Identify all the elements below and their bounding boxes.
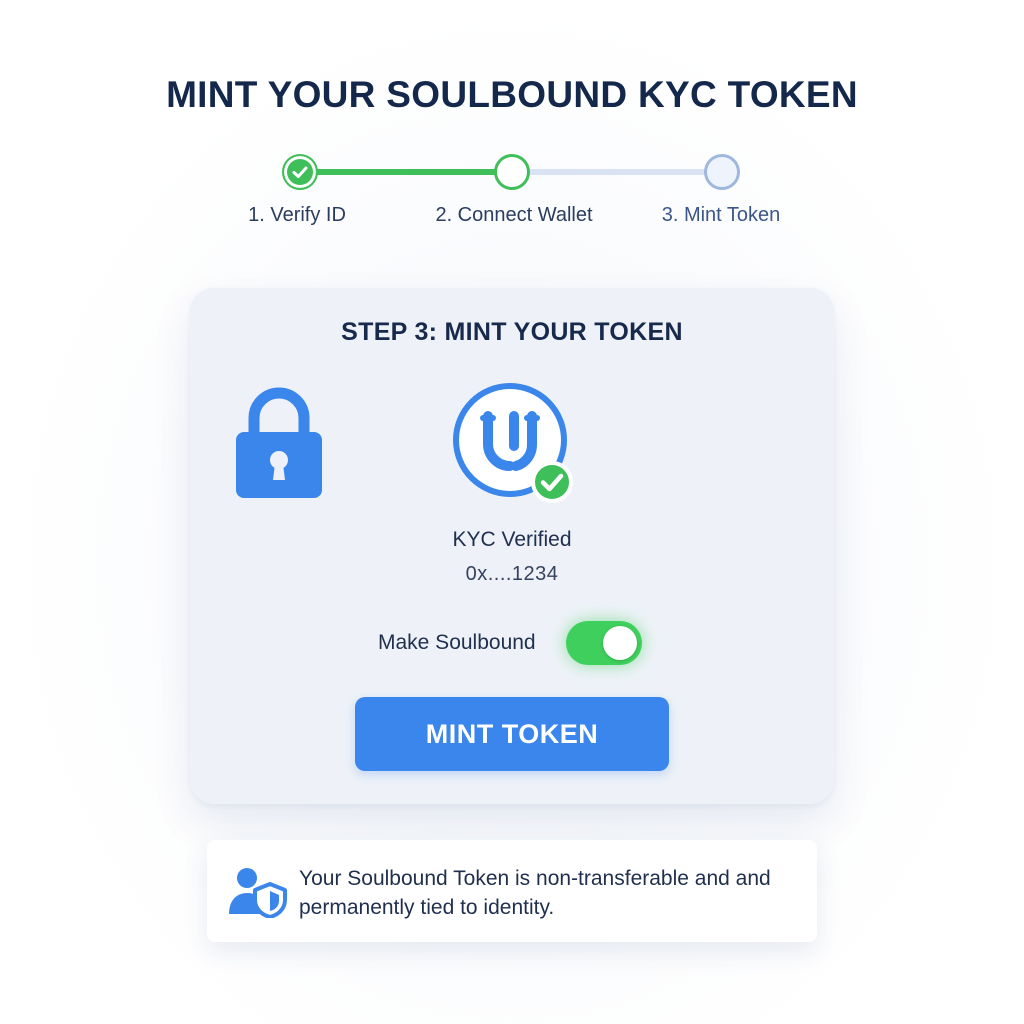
stepper-track-completed bbox=[300, 169, 512, 175]
mint-token-card: STEP 3: MINT YOUR TOKEN KYC Verified 0x.… bbox=[190, 288, 834, 804]
mint-token-page: MINT YOUR SOULBOUND KYC TOKEN 1. Verify … bbox=[0, 0, 1024, 1024]
check-icon bbox=[292, 166, 308, 178]
soulbound-toggle[interactable] bbox=[565, 621, 642, 665]
kyc-status-label: KYC Verified bbox=[452, 528, 572, 551]
step-2-label[interactable]: 2. Connect Wallet bbox=[435, 204, 592, 227]
soulbound-toggle-row: Make Soulbound bbox=[378, 618, 642, 668]
soulbound-info-text: Your Soulbound Token is non-transferable… bbox=[299, 867, 771, 919]
lock-icon bbox=[236, 387, 322, 498]
toggle-knob bbox=[602, 626, 637, 660]
step-3-label[interactable]: 3. Mint Token bbox=[662, 204, 781, 227]
step-1-indicator[interactable] bbox=[282, 154, 318, 190]
page-title: MINT YOUR SOULBOUND KYC TOKEN bbox=[166, 74, 858, 115]
kyc-token-badge-icon bbox=[453, 383, 573, 503]
stepper-track-remaining bbox=[512, 169, 722, 175]
step-3-indicator[interactable] bbox=[704, 154, 740, 190]
soulbound-info-note: Your Soulbound Token is non-transferable… bbox=[207, 840, 817, 942]
progress-stepper: 1. Verify ID 2. Connect Wallet 3. Mint T… bbox=[0, 150, 1024, 240]
step-2-indicator[interactable] bbox=[494, 154, 530, 190]
card-title: STEP 3: MINT YOUR TOKEN bbox=[341, 318, 683, 346]
step-1-label[interactable]: 1. Verify ID bbox=[248, 204, 346, 227]
mint-token-button[interactable]: MINT TOKEN bbox=[355, 697, 669, 771]
soulbound-toggle-label: Make Soulbound bbox=[378, 631, 536, 654]
user-shield-icon bbox=[229, 868, 287, 918]
wallet-address: 0x....1234 bbox=[465, 563, 559, 585]
